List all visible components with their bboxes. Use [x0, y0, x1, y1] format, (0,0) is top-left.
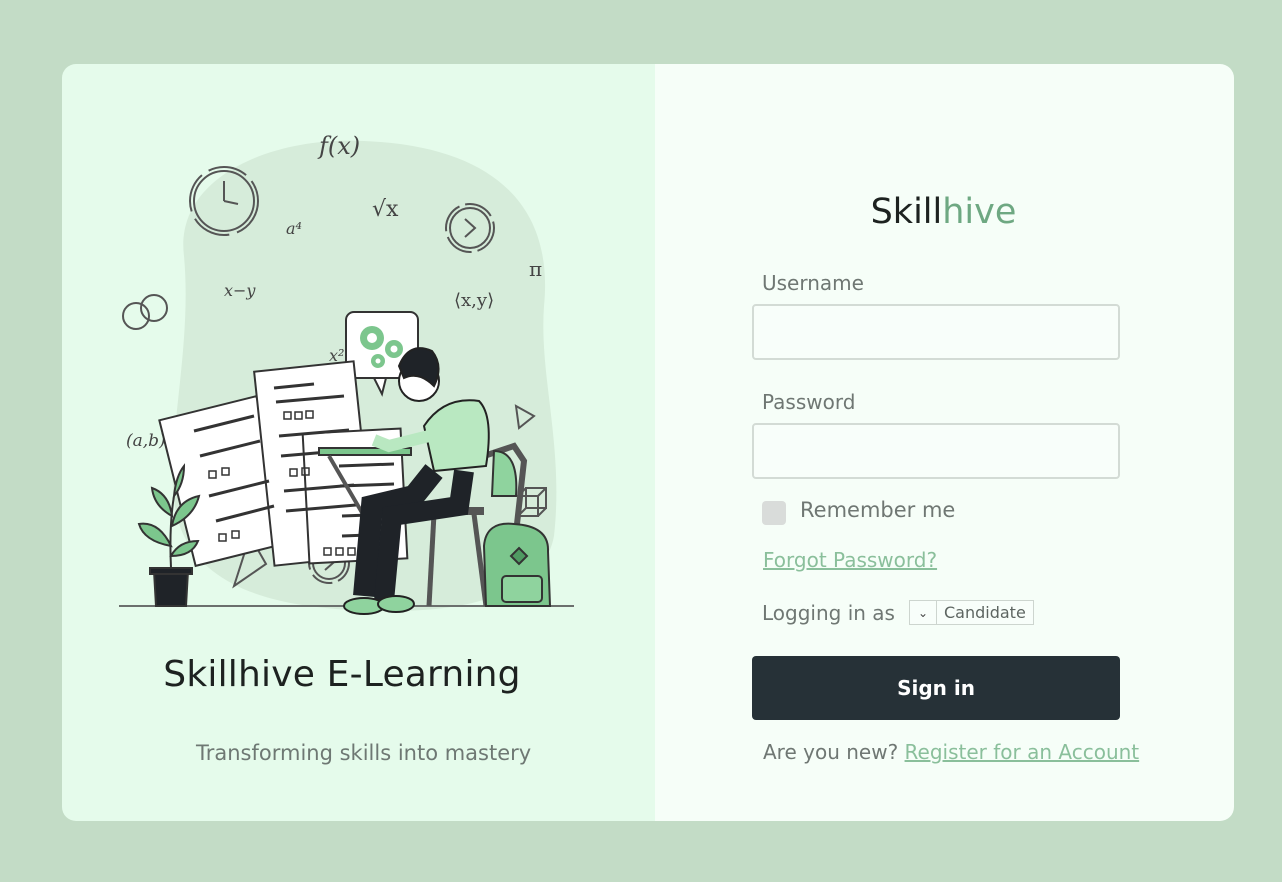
math-symbol: √x [372, 197, 399, 222]
math-symbol: f(x) [317, 132, 360, 160]
remember-me-checkbox[interactable] [762, 501, 786, 525]
new-user-prompt: Are you new? [763, 740, 899, 764]
chevron-down-icon: ⌄ [910, 601, 937, 624]
username-label: Username [762, 271, 864, 295]
sign-in-button[interactable]: Sign in [752, 656, 1120, 720]
math-symbol: (a,b) [126, 431, 166, 451]
brand-logo: Skillhive [655, 192, 1232, 232]
remember-me-label: Remember me [800, 498, 956, 522]
venn-diagram-icon [122, 294, 168, 330]
brand-text-accent: hive [942, 192, 1017, 232]
login-card: f(x) a⁴ √x x−y π ⟨x,y⟩ x² (a,b) Skillhiv… [62, 64, 1234, 821]
hero-panel: f(x) a⁴ √x x−y π ⟨x,y⟩ x² (a,b) Skillhiv… [62, 64, 655, 821]
password-label: Password [762, 390, 856, 414]
math-symbol: ⟨x,y⟩ [454, 290, 494, 311]
username-input[interactable] [752, 304, 1120, 360]
backpack [482, 522, 552, 607]
math-symbol: x−y [224, 281, 256, 300]
logging-in-as-label: Logging in as [762, 601, 895, 625]
login-panel: Skillhive Username Password Remember me … [655, 64, 1234, 821]
student-illustration: f(x) a⁴ √x x−y π ⟨x,y⟩ x² (a,b) [119, 132, 574, 615]
hero-subtitle: Transforming skills into mastery [196, 741, 532, 765]
forgot-password-link[interactable]: Forgot Password? [763, 548, 937, 572]
math-symbol: a⁴ [286, 219, 302, 238]
role-select-value: Candidate [944, 603, 1026, 622]
hero-title: Skillhive E-Learning [163, 654, 521, 695]
register-link[interactable]: Register for an Account [905, 740, 1140, 764]
role-select[interactable]: ⌄ Candidate [909, 600, 1034, 625]
password-input[interactable] [752, 423, 1120, 479]
math-symbol: π [529, 257, 542, 281]
brand-text-dark: Skill [870, 192, 943, 232]
register-row: Are you new? Register for an Account [763, 740, 1139, 764]
